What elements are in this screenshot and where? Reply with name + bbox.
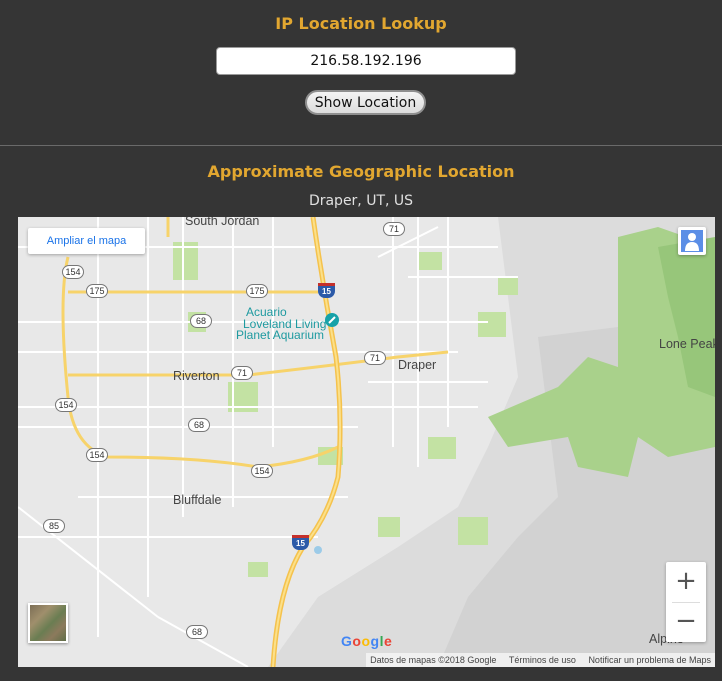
show-location-button[interactable]: Show Location — [305, 90, 426, 115]
zoom-control: + − — [666, 562, 706, 642]
map-view[interactable]: South Jordan Riverton Draper Bluffdale L… — [18, 217, 715, 667]
map-label-aquarium-line3[interactable]: Planet Aquarium — [236, 328, 324, 342]
route-175-shield: 175 — [86, 284, 108, 298]
route-68-shield: 68 — [186, 625, 208, 639]
route-68-shield: 68 — [188, 418, 210, 432]
map-attribution: Datos de mapas ©2018 Google Términos de … — [366, 653, 715, 667]
google-logo: Google — [341, 633, 393, 649]
route-68-shield: 68 — [190, 314, 212, 328]
map-label-draper: Draper — [398, 358, 437, 372]
street-view-pegman-icon[interactable] — [678, 227, 706, 255]
map-canvas — [18, 217, 715, 667]
route-154-shield: 154 — [251, 464, 273, 478]
person-icon — [681, 230, 703, 252]
satellite-view-toggle[interactable] — [28, 603, 68, 643]
section-divider — [0, 145, 722, 146]
map-label-south-jordan: South Jordan — [185, 217, 260, 228]
ip-address-input[interactable] — [216, 47, 516, 75]
route-85-shield: 85 — [43, 519, 65, 533]
terms-of-use-link[interactable]: Términos de uso — [509, 655, 576, 665]
route-154-shield: 154 — [55, 398, 77, 412]
page-title: IP Location Lookup — [275, 14, 447, 33]
route-71-shield: 71 — [383, 222, 405, 236]
zoom-out-button[interactable]: − — [666, 602, 706, 642]
enlarge-map-link[interactable]: Ampliar el mapa — [28, 228, 145, 254]
zoom-in-button[interactable]: + — [666, 562, 706, 602]
route-71-shield: 71 — [364, 351, 386, 365]
map-data-credit: Datos de mapas ©2018 Google — [370, 655, 497, 665]
interstate-15-shield: 15 — [292, 535, 309, 550]
interstate-15-shield: 15 — [318, 283, 335, 298]
route-154-shield: 154 — [86, 448, 108, 462]
map-label-riverton: Riverton — [173, 369, 220, 383]
location-text: Draper, UT, US — [308, 193, 414, 209]
map-label-bluffdale: Bluffdale — [173, 493, 222, 507]
result-title: Approximate Geographic Location — [207, 162, 515, 181]
zoom-separator — [672, 602, 700, 603]
report-problem-link[interactable]: Notificar un problema de Maps — [588, 655, 711, 665]
route-175-shield: 175 — [246, 284, 268, 298]
route-71-shield: 71 — [231, 366, 253, 380]
map-label-lone-peak: Lone Peak — [659, 337, 715, 351]
route-154-shield: 154 — [62, 265, 84, 279]
